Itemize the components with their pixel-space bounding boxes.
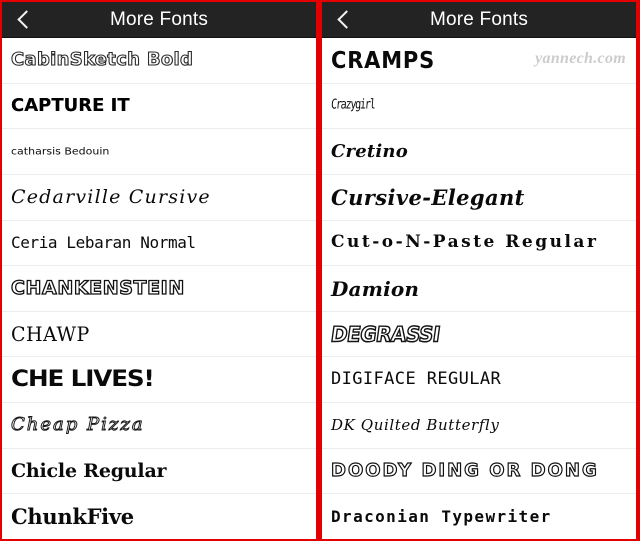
font-list-item[interactable]: CHE LIVES! [2,357,316,404]
font-sample-cretino: Cretino [331,140,408,162]
font-list-item[interactable]: Cedarville Cursive [2,174,316,221]
font-list-item[interactable]: DEGRASSI [322,311,636,358]
font-sample-cedarville-cursive: Cedarville Cursive [11,185,211,208]
font-list-item[interactable]: DIGIFACE REGULAR [322,357,636,404]
font-list-item[interactable]: CabinSketch Bold [2,38,316,84]
font-list-item[interactable]: Ceria Lebaran Normal [2,220,316,267]
font-list-item[interactable]: Chicle Regular [2,448,316,495]
font-sample-chawp: CHAWP [11,322,90,347]
back-button-right[interactable] [322,2,368,37]
chevron-left-icon [337,10,356,29]
font-list-item[interactable]: Cursive-Elegant [322,174,636,221]
font-list-panel-left: More Fonts CabinSketch Bold CAPTURE IT c… [0,0,318,541]
font-sample-digiface-regular: DIGIFACE REGULAR [331,369,502,390]
font-sample-dk-quilted-butterfly: DK Quilted Butterfly [331,415,500,434]
font-list-item[interactable]: Draconian Typewriter [322,494,636,539]
font-list-item[interactable]: ChunkFive [2,494,316,539]
back-button-left[interactable] [2,2,48,37]
titlebar-left: More Fonts [2,2,316,38]
font-sample-che-lives: CHE LIVES! [11,366,155,392]
page-title-right: More Fonts [429,9,529,30]
font-sample-chicle-regular: Chicle Regular [11,459,167,482]
font-list-item[interactable]: Cretino [322,129,636,175]
page-title-left: More Fonts [109,9,209,30]
font-list-item[interactable]: Cheap Pizza [2,403,316,449]
font-list-panel-right: More Fonts CRAMPS yannech.com Crazygirl … [320,0,638,541]
font-sample-cursive-elegant: Cursive-Elegant [331,184,525,210]
font-list-left[interactable]: CabinSketch Bold CAPTURE IT catharsis Be… [2,38,316,539]
font-list-item[interactable]: Crazygirl [322,83,636,130]
font-list-item[interactable]: DK Quilted Butterfly [322,403,636,449]
more-fonts-screenshot: More Fonts CabinSketch Bold CAPTURE IT c… [0,0,640,541]
font-sample-damion: Damion [331,276,420,301]
font-list-item[interactable]: DOODY DING OR DONG [322,448,636,495]
font-sample-cramps: CRAMPS [331,46,436,74]
font-sample-degrassi: DEGRASSI [329,321,443,348]
font-list-item[interactable]: Damion [322,266,636,312]
font-sample-ceria-lebaran-normal: Ceria Lebaran Normal [11,232,196,252]
site-watermark: yannech.com [535,50,626,67]
font-list-item[interactable]: catharsis Bedouin [2,129,316,175]
font-list-right[interactable]: CRAMPS yannech.com Crazygirl Cretino Cur… [322,38,636,539]
font-sample-chunkfive: ChunkFive [11,504,134,530]
font-sample-doody-ding-or-dong: DOODY DING OR DONG [330,460,599,482]
font-list-item[interactable]: CHAWP [2,311,316,358]
font-list-item[interactable]: CAPTURE IT [2,83,316,130]
font-sample-crazygirl: Crazygirl [330,97,376,113]
font-sample-cheap-pizza: Cheap Pizza [11,414,145,436]
font-sample-capture-it: CAPTURE IT [11,94,130,116]
titlebar-right: More Fonts [322,2,636,38]
font-list-item[interactable]: Cut-o-N-Paste Regular [322,220,636,267]
font-sample-chankenstein: CHANKENSTEIN [10,277,185,300]
chevron-left-icon [17,10,36,29]
font-sample-catharsis-bedouin: catharsis Bedouin [11,146,110,158]
font-sample-cut-o-n-paste-regular: Cut-o-N-Paste Regular [331,232,599,253]
font-sample-draconian-typewriter: Draconian Typewriter [331,506,552,526]
font-sample-cabinsketch-bold: CabinSketch Bold [10,49,194,71]
font-list-item[interactable]: CHANKENSTEIN [2,266,316,312]
font-list-item[interactable]: CRAMPS yannech.com [322,38,636,84]
